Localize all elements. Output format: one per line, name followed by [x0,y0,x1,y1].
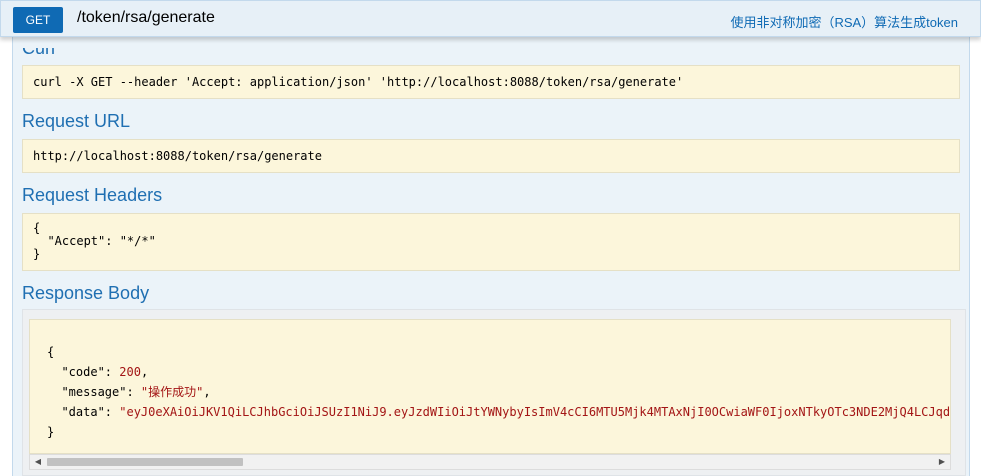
curl-command-block: curl -X GET --header 'Accept: applicatio… [22,65,960,99]
response-body-container: { "code": 200, "message": "操作成功", "data"… [22,309,966,476]
http-method-badge[interactable]: GET [13,7,63,33]
response-body-title: Response Body [22,283,150,303]
body-message-line: "message": "操作成功", [47,385,211,399]
body-message-value: "操作成功" [140,385,204,399]
body-open-brace: { [47,345,55,359]
headers-open-brace: { [33,221,41,235]
body-code-line: "code": 200, [47,365,149,379]
body-data-key: "data": [47,405,120,419]
headers-accept-line: "Accept": "*/*" [33,234,156,248]
operation-summary[interactable]: 使用非对称加密（RSA）算法生成token [730,12,958,31]
headers-close-brace: } [33,247,41,261]
scrollbar-thumb[interactable] [47,458,243,466]
response-body-block[interactable]: { "code": 200, "message": "操作成功", "data"… [29,319,951,454]
body-code-key: "code": [47,365,120,379]
body-data-line: "data": "eyJ0eXAiOiJKV1QiLCJhbGciOiJSUzI… [47,402,950,422]
scroll-right-arrow-icon[interactable]: ▶ [934,455,950,469]
scroll-left-arrow-icon[interactable]: ◀ [30,455,46,469]
body-code-value: 200 [119,365,141,379]
request-headers-title: Request Headers [22,185,163,205]
body-message-key: "message": [47,385,141,399]
request-headers-block: { "Accept": "*/*"} [22,213,960,271]
body-close-brace: } [47,425,55,439]
request-url-block: http://localhost:8088/token/rsa/generate [22,139,960,173]
horizontal-scrollbar[interactable]: ◀ ▶ [29,454,951,470]
request-url-title: Request URL [22,111,131,131]
operation-path[interactable]: /token/rsa/generate [77,9,215,27]
body-data-value: "eyJ0eXAiOiJKV1QiLCJhbGciOiJSUzI1NiJ9.ey… [119,405,951,419]
operation-header[interactable]: GET /token/rsa/generate 使用非对称加密（RSA）算法生成… [0,0,981,37]
